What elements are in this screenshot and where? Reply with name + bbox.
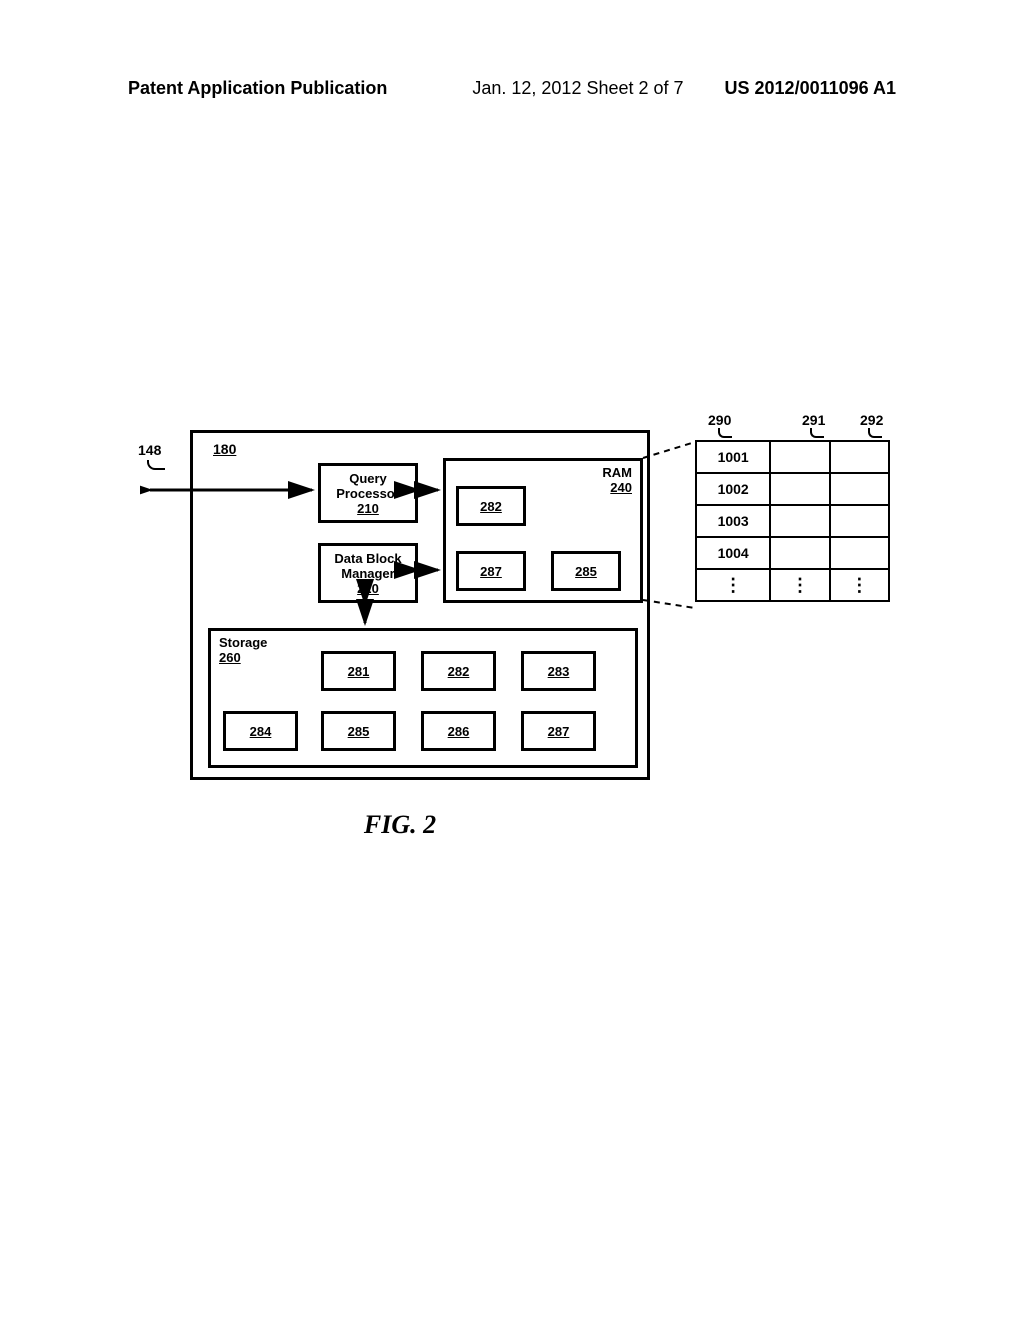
table-row: 1004 [696,537,889,569]
system-box: 180 Query Processor 210 Data Block Manag… [190,430,650,780]
storage-label: Storage 260 [219,635,267,665]
query-processor-label: Query Processor [321,471,415,501]
figure-2: 148 180 Query Processor 210 Data Block M… [140,390,900,830]
ref-240: 240 [610,480,632,495]
dbm-label: Data Block Manager [321,551,415,581]
storage-block-281: 281 [321,651,396,691]
ram-label: RAM 240 [602,465,632,495]
ref-220: 220 [357,581,379,596]
storage-name: Storage [219,635,267,650]
ram-block-282: 282 [456,486,526,526]
table-row-ellipsis: ⋮ ⋮ ⋮ [696,569,889,601]
cell-1002: 1002 [696,473,770,505]
ram-block-287: 287 [456,551,526,591]
ref-210: 210 [357,501,379,516]
ram-box: RAM 240 282 287 285 [443,458,643,603]
cell-1003: 1003 [696,505,770,537]
ref-292: 292 [860,412,883,428]
cell-1004: 1004 [696,537,770,569]
ref-180: 180 [213,441,236,457]
table-row: 1001 [696,441,889,473]
storage-block-283: 283 [521,651,596,691]
header-left: Patent Application Publication [128,78,387,99]
ref-148-leader [147,460,165,470]
page-header: Patent Application Publication Jan. 12, … [128,78,896,99]
storage-block-282: 282 [421,651,496,691]
storage-block-286: 286 [421,711,496,751]
storage-block-284: 284 [223,711,298,751]
ref-291-leader [810,428,824,438]
figure-caption: FIG. 2 [140,810,660,840]
table-row: 1002 [696,473,889,505]
storage-block-287: 287 [521,711,596,751]
ellipsis-icon: ⋮ [696,569,770,601]
ram-block-285: 285 [551,551,621,591]
ref-291: 291 [802,412,825,428]
storage-box: Storage 260 281 282 283 284 285 286 287 [208,628,638,768]
table-row: 1003 [696,505,889,537]
header-right: US 2012/0011096 A1 [725,78,896,99]
ellipsis-icon: ⋮ [830,569,889,601]
data-table: 1001 1002 1003 1004 ⋮ ⋮ ⋮ [695,440,890,602]
ref-260: 260 [219,650,241,665]
ellipsis-icon: ⋮ [770,569,829,601]
ref-292-leader [868,428,882,438]
query-processor-block: Query Processor 210 [318,463,418,523]
storage-block-285: 285 [321,711,396,751]
ram-name: RAM [602,465,632,480]
ref-290: 290 [708,412,731,428]
header-mid: Jan. 12, 2012 Sheet 2 of 7 [472,78,683,99]
ref-290-leader [718,428,732,438]
ref-148: 148 [138,442,161,458]
data-block-manager-block: Data Block Manager 220 [318,543,418,603]
cell-1001: 1001 [696,441,770,473]
